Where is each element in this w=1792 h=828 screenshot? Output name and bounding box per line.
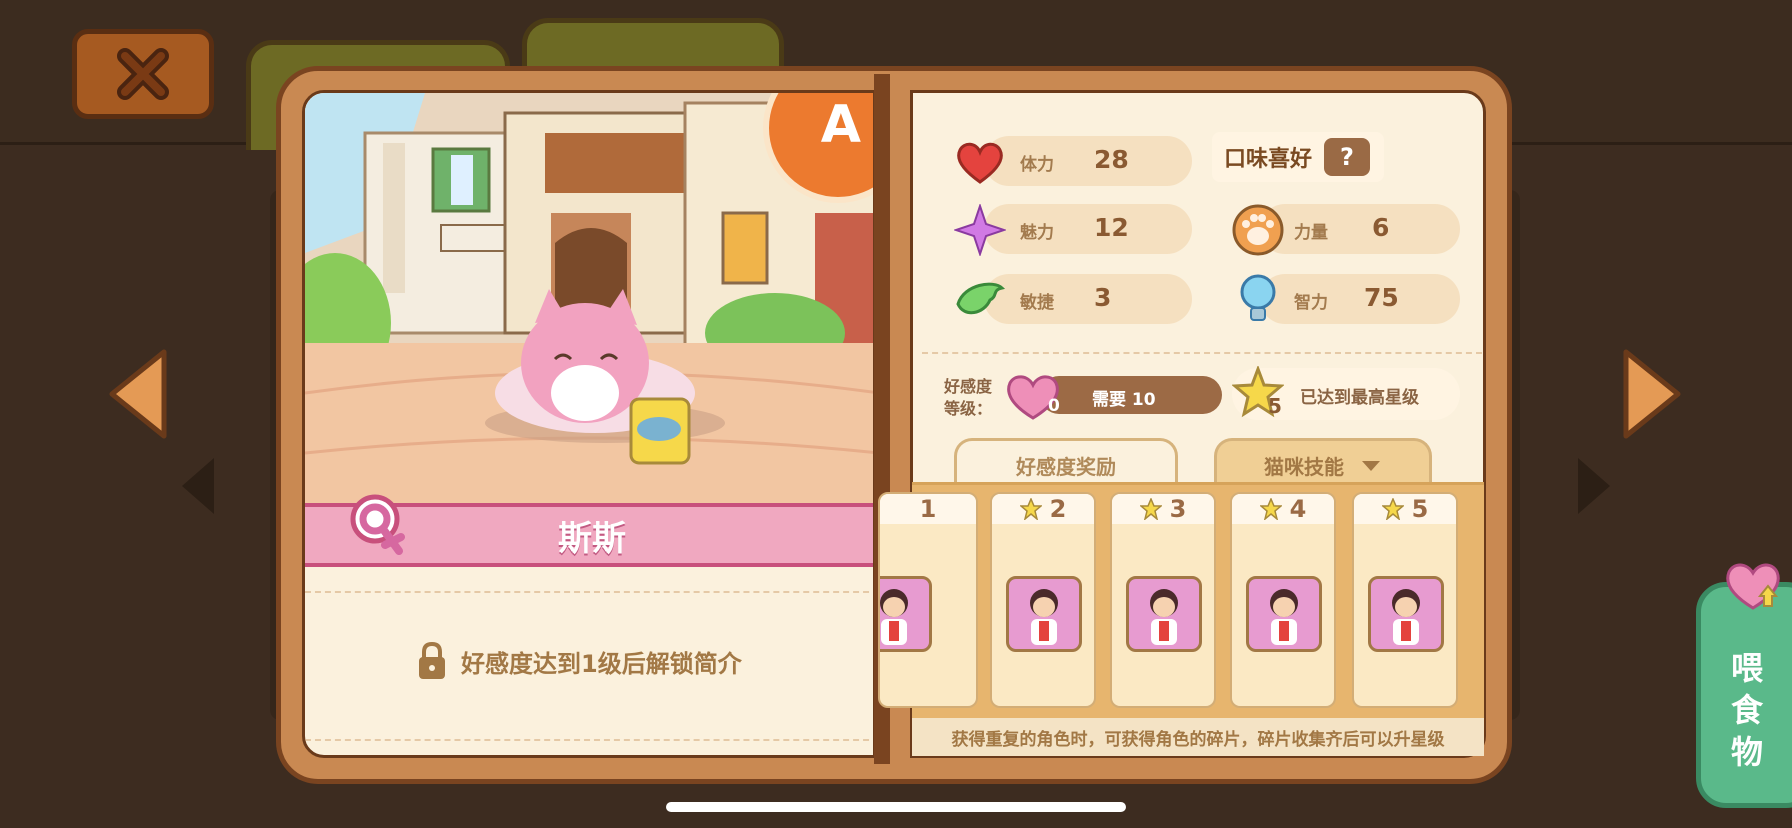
reward-card[interactable]: 5	[1352, 492, 1458, 708]
reward-card-header: 5	[1354, 494, 1456, 524]
reward-card-portrait	[1006, 576, 1082, 652]
stat-value: 75	[1364, 283, 1399, 312]
reward-card-level: 2	[1049, 495, 1067, 523]
stat-value: 6	[1372, 213, 1390, 242]
affinity-progress-bar: 需要 10	[1040, 376, 1222, 414]
reward-card-header: 4	[1232, 494, 1334, 524]
wing-icon	[956, 282, 1006, 315]
stat-label: 智力	[1294, 293, 1328, 313]
star-icon	[1381, 498, 1404, 520]
stat-strength: 力量 6	[1260, 204, 1460, 254]
reward-card-header: 2	[992, 494, 1094, 524]
next-small-arrow-icon[interactable]	[1574, 454, 1614, 518]
heart-up-icon	[1726, 563, 1780, 610]
reward-card-header: 1	[880, 494, 976, 524]
female-icon	[350, 494, 405, 555]
stat-value: 28	[1094, 145, 1129, 174]
prev-small-arrow-icon[interactable]	[178, 454, 218, 518]
stat-value: 12	[1094, 213, 1129, 242]
reward-card-portrait	[1126, 576, 1202, 652]
character-page: A 斯斯 好感度达到1级后解锁简介	[302, 90, 876, 758]
grade-letter: A	[820, 95, 861, 155]
section-divider	[922, 352, 1482, 354]
chevron-down-icon	[1362, 460, 1380, 471]
character-portrait-image	[1392, 589, 1420, 645]
close-button[interactable]	[72, 29, 214, 119]
star-icon	[1019, 498, 1042, 520]
reward-card-portrait	[880, 576, 932, 652]
sparkle-icon	[954, 204, 1006, 256]
affinity-level: 0	[1048, 396, 1060, 416]
star-icon	[1139, 498, 1162, 520]
tab-cat-skill-label: 猫咪技能	[1264, 455, 1344, 479]
reward-card[interactable]: 4	[1230, 492, 1336, 708]
lightbulb-icon	[1240, 274, 1276, 321]
reward-card-portrait	[1368, 576, 1444, 652]
heart-icon	[957, 142, 1003, 184]
next-arrow-icon[interactable]	[1620, 346, 1686, 442]
stat-intelligence: 智力 75	[1260, 274, 1460, 324]
prev-arrow-icon[interactable]	[104, 346, 170, 442]
close-icon	[117, 48, 169, 100]
locked-description-text: 好感度达到1级后解锁简介	[461, 649, 742, 678]
lock-icon	[419, 641, 445, 679]
affinity-label: 好感度等级：	[944, 377, 993, 418]
reward-card[interactable]: 2	[990, 492, 1096, 708]
taste-label: 口味喜好	[1224, 147, 1313, 172]
reward-card[interactable]: 3	[1110, 492, 1216, 708]
character-portrait-image	[1030, 589, 1058, 645]
character-portrait-image	[880, 589, 908, 645]
stat-label: 力量	[1294, 223, 1328, 243]
home-indicator[interactable]	[666, 802, 1126, 812]
character-portrait-image	[1150, 589, 1178, 645]
reward-card-level: 3	[1169, 495, 1187, 523]
reward-card-level: 5	[1411, 495, 1429, 523]
locked-description: 好感度达到1级后解锁简介	[417, 641, 742, 681]
reward-card-header: 3	[1112, 494, 1214, 524]
stat-stamina: 体力 28	[984, 136, 1192, 186]
character-name: 斯斯	[558, 518, 626, 559]
affinity-requirement: 需要 10	[1092, 390, 1156, 410]
stat-charm: 魅力 12	[984, 204, 1192, 254]
paw-icon	[1232, 204, 1284, 256]
stat-label: 体力	[1020, 155, 1054, 175]
stat-label: 敏捷	[1020, 293, 1054, 313]
reward-card[interactable]: 1	[878, 492, 978, 708]
reward-card-level: 4	[1289, 495, 1307, 523]
footer-note: 获得重复的角色时，可获得角色的碎片，碎片收集齐后可以升星级	[912, 718, 1484, 756]
star-icon	[1259, 498, 1282, 520]
max-star-text: 已达到最高星级	[1300, 388, 1419, 408]
star-level: 5	[1268, 394, 1282, 418]
taste-question-button[interactable]: ?	[1324, 138, 1371, 176]
character-portrait-image	[1270, 589, 1298, 645]
reward-card-portrait	[1246, 576, 1322, 652]
feed-button[interactable]: 喂食物	[1696, 582, 1792, 808]
reward-card-level: 1	[919, 495, 937, 523]
stat-value: 3	[1094, 283, 1112, 312]
stat-agility: 敏捷 3	[984, 274, 1192, 324]
feed-button-label: 喂食物	[1730, 649, 1763, 771]
stat-label: 魅力	[1020, 223, 1054, 243]
taste-preference[interactable]: 口味喜好 ?	[1212, 132, 1384, 182]
